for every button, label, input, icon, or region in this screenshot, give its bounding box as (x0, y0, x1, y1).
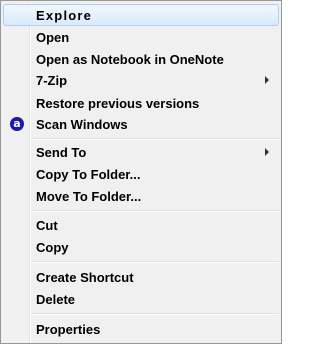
menu-item-label: Open as Notebook in OneNote (36, 51, 224, 67)
submenu-arrow-icon (265, 148, 269, 156)
menu-item-scan-windows[interactable]: a Scan Windows (3, 113, 279, 135)
menu-item-restore-previous-versions[interactable]: Restore previous versions (3, 92, 279, 114)
menu-item-label: Move To Folder... (36, 188, 142, 204)
menu-item-label: Cut (36, 217, 58, 233)
menu-item-copy-to-folder[interactable]: Copy To Folder... (3, 163, 279, 185)
menu-item-delete[interactable]: Delete (3, 288, 279, 310)
menu-item-open-onenote[interactable]: Open as Notebook in OneNote (3, 48, 279, 70)
menu-item-label: Delete (36, 291, 76, 307)
menu-separator (32, 313, 279, 315)
menu-item-create-shortcut[interactable]: Create Shortcut (3, 266, 279, 288)
menu-item-cut[interactable]: Cut (3, 214, 279, 236)
menu-item-label: Scan Windows (36, 116, 128, 132)
menu-item-7zip[interactable]: 7-Zip (3, 69, 279, 91)
menu-item-label: Copy To Folder... (36, 166, 141, 182)
context-menu: Explore Open Open as Notebook in OneNote… (0, 0, 282, 344)
menu-item-label: Properties (36, 321, 101, 337)
menu-item-label: Copy (36, 239, 69, 255)
menu-item-open[interactable]: Open (3, 26, 279, 48)
menu-item-copy[interactable]: Copy (3, 236, 279, 258)
menu-item-move-to-folder[interactable]: Move To Folder... (3, 185, 279, 207)
menu-item-label: Send To (36, 144, 87, 160)
menu-separator (32, 261, 279, 263)
menu-item-label: 7-Zip (36, 72, 68, 88)
antivirus-a-icon: a (10, 117, 24, 131)
menu-item-label: Explore (36, 7, 93, 23)
menu-separator (32, 138, 279, 140)
submenu-arrow-icon (265, 76, 269, 84)
menu-item-explore[interactable]: Explore (3, 4, 279, 26)
menu-item-send-to[interactable]: Send To (3, 141, 279, 163)
menu-item-label: Restore previous versions (36, 95, 200, 111)
menu-item-properties[interactable]: Properties (3, 318, 279, 340)
menu-item-label: Create Shortcut (36, 269, 134, 285)
menu-separator (32, 210, 279, 212)
menu-item-label: Open (36, 29, 70, 45)
